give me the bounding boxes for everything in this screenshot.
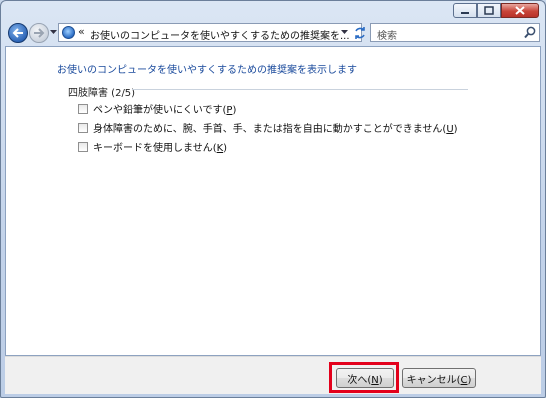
wizard-window: « お使いのコンピュータを使いやすくするための推奨案を... 検索 お使いのコン…	[0, 0, 546, 398]
ease-of-access-icon	[62, 26, 75, 39]
address-separator: «	[78, 25, 85, 38]
cancel-button[interactable]: キャンセル(C)	[402, 368, 476, 388]
content-panel: お使いのコンピュータを使いやすくするための推奨案を表示します 四肢障害 (2/5…	[5, 46, 541, 356]
option-limited-movement[interactable]: 身体障害のために、腕、手首、手、または指を自由に動かすことができません(U)	[78, 120, 458, 135]
close-icon	[515, 6, 525, 15]
option-label: 身体障害のために、腕、手首、手、または指を自由に動かすことができません(U)	[93, 124, 458, 135]
maximize-button[interactable]	[477, 3, 501, 18]
group-divider	[132, 89, 468, 90]
address-dropdown-icon[interactable]	[341, 30, 348, 35]
refresh-icon	[354, 26, 365, 39]
option-label: ペンや鉛筆が使いにくいです(P)	[93, 105, 237, 116]
back-arrow-icon	[12, 28, 23, 38]
forward-button[interactable]	[29, 23, 49, 43]
checkbox[interactable]	[78, 122, 88, 133]
history-dropdown-icon[interactable]	[50, 30, 57, 35]
caption-buttons	[453, 3, 539, 18]
footer-bar: 次へ(N) キャンセル(C)	[5, 356, 541, 394]
next-button[interactable]: 次へ(N)	[336, 368, 394, 388]
option-pen-pencil[interactable]: ペンや鉛筆が使いにくいです(P)	[78, 101, 236, 116]
forward-arrow-icon	[34, 28, 45, 38]
navigation-bar: « お使いのコンピュータを使いやすくするための推奨案を... 検索	[1, 21, 545, 45]
maximize-icon	[484, 6, 494, 15]
group-label: 四肢障害 (2/5)	[68, 88, 136, 99]
close-button[interactable]	[501, 3, 539, 18]
refresh-button[interactable]	[350, 23, 369, 42]
option-no-keyboard[interactable]: キーボードを使用しません(K)	[78, 139, 227, 154]
address-bar[interactable]: « お使いのコンピュータを使いやすくするための推奨案を...	[58, 23, 362, 42]
checkbox[interactable]	[78, 103, 88, 114]
instruction-text: お使いのコンピュータを使いやすくするための推奨案を表示します	[57, 65, 357, 76]
address-text: お使いのコンピュータを使いやすくするための推奨案を...	[90, 31, 350, 42]
next-label: 次へ(N)	[347, 374, 383, 386]
option-label: キーボードを使用しません(K)	[93, 143, 228, 154]
checkbox[interactable]	[78, 141, 88, 152]
search-placeholder: 検索	[377, 31, 397, 42]
minimize-button[interactable]	[453, 3, 477, 18]
cancel-label: キャンセル(C)	[406, 374, 472, 386]
search-icon[interactable]	[524, 26, 536, 39]
minimize-icon	[461, 11, 469, 14]
search-box[interactable]: 検索	[370, 23, 540, 42]
back-button[interactable]	[8, 23, 28, 43]
